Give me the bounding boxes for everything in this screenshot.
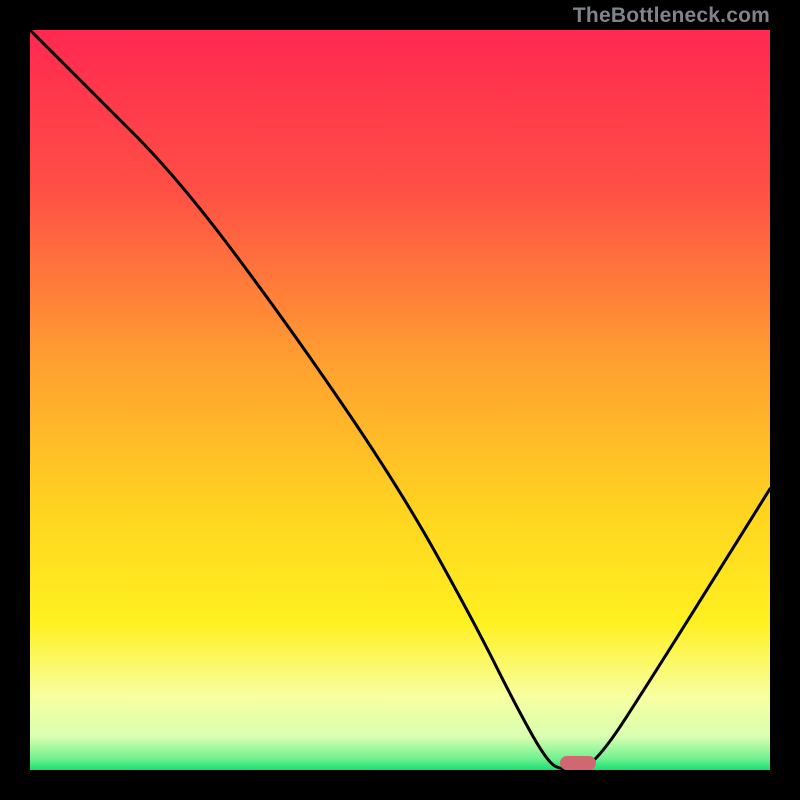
optimal-marker xyxy=(560,756,596,770)
plot-area xyxy=(30,30,770,770)
chart-frame: TheBottleneck.com xyxy=(0,0,800,800)
bottleneck-curve xyxy=(30,30,770,770)
watermark-text: TheBottleneck.com xyxy=(573,4,770,28)
